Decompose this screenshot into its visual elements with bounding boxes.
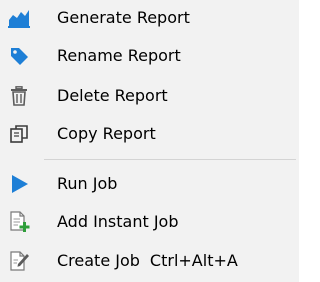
menu-item-label: Create Job Ctrl+Alt+A xyxy=(57,243,238,279)
menu-item-label: Run Job xyxy=(57,174,118,193)
menu-item-copy-report[interactable]: Copy Report xyxy=(0,116,299,152)
menu-item-label: Generate Report xyxy=(57,8,190,27)
play-icon xyxy=(7,172,31,196)
menu-item-delete-report[interactable]: Delete Report xyxy=(0,78,299,114)
menu-separator xyxy=(44,159,296,160)
menu-item-add-instant-job[interactable]: Add Instant Job xyxy=(0,204,299,240)
menu-item-generate-report[interactable]: Generate Report xyxy=(0,0,299,36)
menu-item-text: Create Job xyxy=(57,251,140,270)
tag-icon xyxy=(7,44,31,68)
edit-job-icon xyxy=(7,249,31,273)
trash-icon xyxy=(7,84,31,108)
menu-item-label: Copy Report xyxy=(57,124,156,143)
menu-item-rename-report[interactable]: Rename Report xyxy=(0,38,299,74)
context-menu: Generate Report Rename Report Delete Rep… xyxy=(0,0,299,282)
add-job-icon xyxy=(7,210,31,234)
menu-item-label: Rename Report xyxy=(57,46,181,65)
menu-item-run-job[interactable]: Run Job xyxy=(0,166,299,202)
menu-item-label: Add Instant Job xyxy=(57,212,179,231)
menu-item-create-job[interactable]: Create Job Ctrl+Alt+A xyxy=(0,243,299,279)
chart-area-icon xyxy=(7,6,31,30)
copy-icon xyxy=(7,122,31,146)
shortcut-hint: Ctrl+Alt+A xyxy=(149,251,238,270)
menu-item-label: Delete Report xyxy=(57,86,168,105)
